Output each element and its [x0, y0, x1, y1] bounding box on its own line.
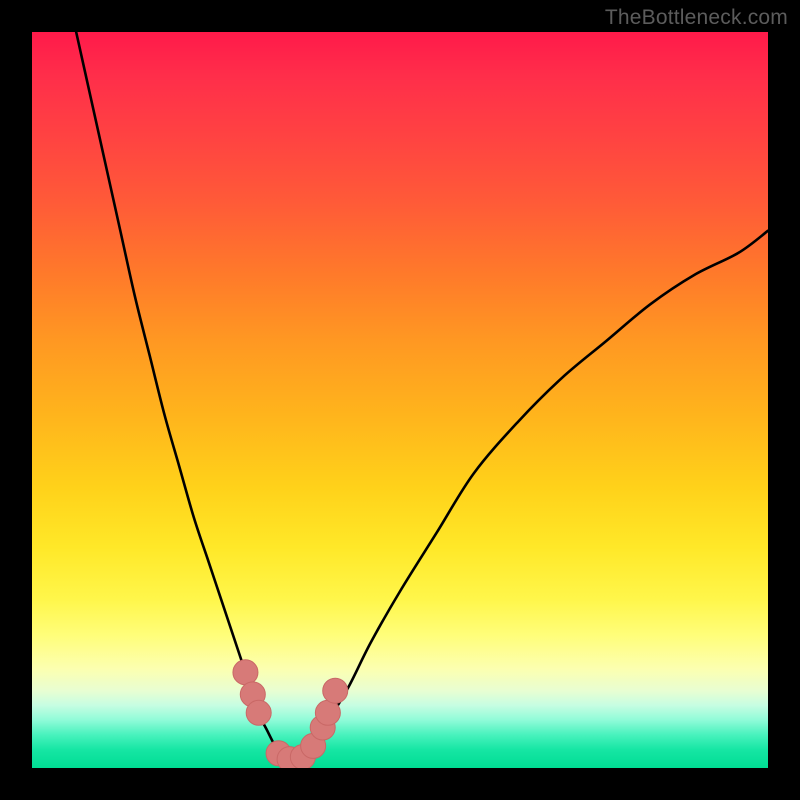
bottleneck-curve [32, 32, 768, 768]
highlight-marker [315, 700, 340, 725]
plot-area [32, 32, 768, 768]
watermark-text: TheBottleneck.com [605, 6, 788, 30]
highlight-marker [246, 700, 271, 725]
curve-left-branch [76, 32, 275, 746]
chart-frame: TheBottleneck.com [0, 0, 800, 800]
curve-right-branch [312, 231, 768, 746]
highlight-marker [233, 660, 258, 685]
highlight-marker [323, 678, 348, 703]
